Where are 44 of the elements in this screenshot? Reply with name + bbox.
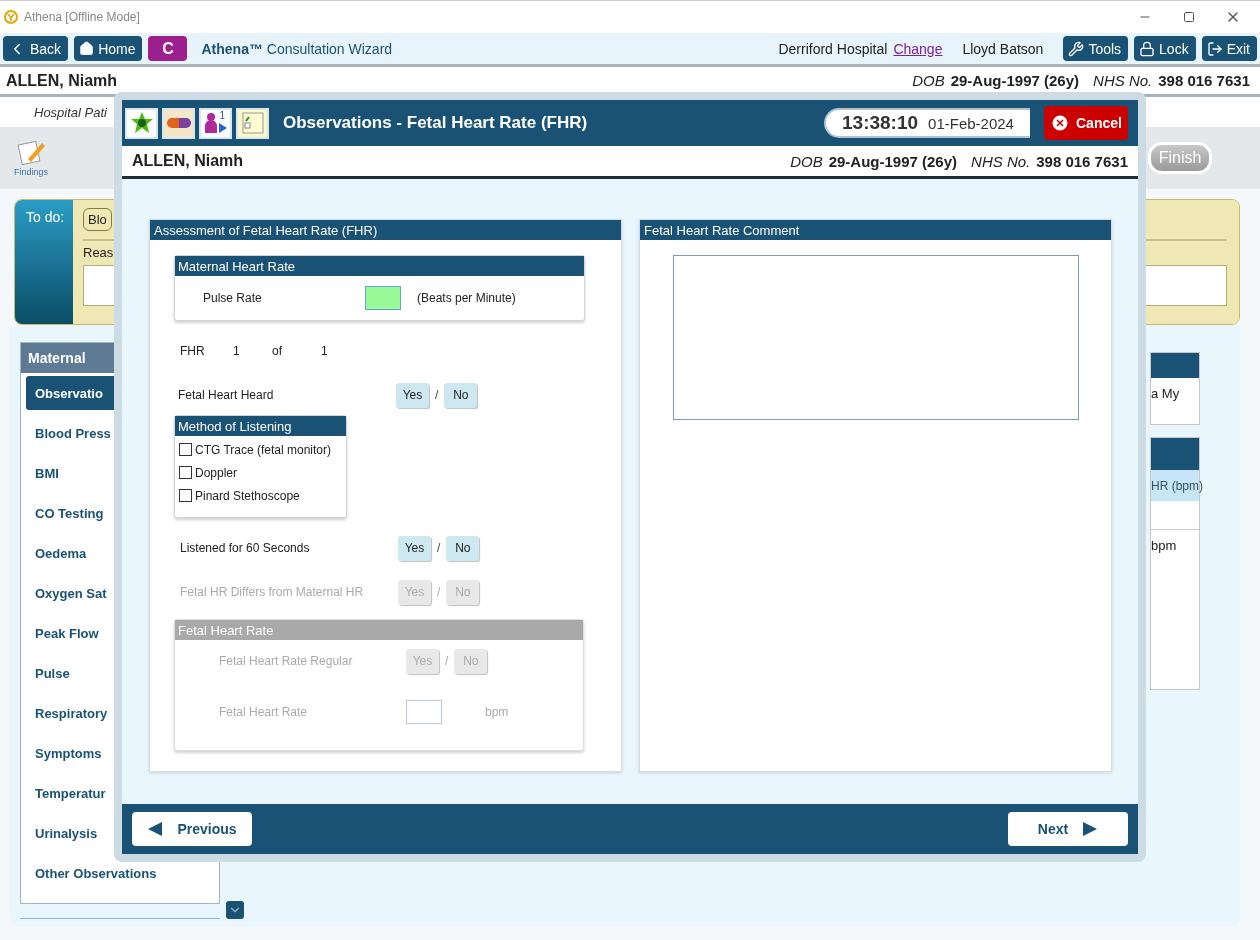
app-title: Athena™ Consultation Wizard	[201, 40, 393, 57]
nhs-number: 398 016 7631	[1036, 152, 1128, 170]
patient-name: ALLEN, Niamh	[6, 71, 118, 90]
box-title: Fetal Heart Rate	[175, 620, 583, 640]
hospital-name: Derriford Hospital	[778, 40, 888, 57]
date-value: 01-Feb-2024	[928, 114, 1014, 132]
dob-label: DOB	[912, 72, 945, 89]
question-label: Fetal Heart Heard	[178, 388, 275, 402]
nhs-number: 398 016 7631	[1158, 72, 1250, 89]
separator-slash: /	[435, 388, 439, 402]
reason-label: Reas	[83, 245, 115, 260]
queue-count: 1	[219, 109, 225, 121]
box-title: Maternal Heart Rate	[175, 256, 584, 276]
dob-value: 29-Aug-1997 (26y)	[828, 152, 958, 170]
box-title: Method of Listening	[175, 416, 346, 436]
question-label: Listened for 60 Seconds	[180, 541, 311, 555]
user-name: Lloyd Batson	[962, 40, 1044, 57]
window-title: Athena [Offline Mode]	[24, 10, 140, 24]
rate-label: Fetal Heart Rate	[219, 705, 309, 719]
card-title: Assessment of Fetal Heart Rate (FHR)	[150, 220, 621, 240]
counter-text: of	[272, 344, 283, 358]
pulse-unit: (Beats per Minute)	[417, 291, 516, 305]
rate-unit: bpm	[485, 705, 509, 719]
context-text: Hospital Pati	[34, 104, 107, 120]
counter-text: FHR	[180, 344, 206, 358]
dob-label: DOB	[790, 152, 823, 170]
nhs-label: NHS No.	[971, 152, 1031, 170]
counter-text: 1	[321, 344, 329, 358]
nhs-label: NHS No.	[1093, 72, 1153, 89]
todo-title: To do:	[26, 209, 65, 225]
panel-text: a My	[1151, 385, 1180, 401]
dialog-title: Observations - Fetal Heart Rate (FHR)	[283, 113, 588, 133]
patient-name: ALLEN, Niamh	[132, 152, 244, 170]
separator-slash: /	[445, 654, 449, 668]
separator-slash: /	[437, 585, 441, 599]
question-label: Fetal Heart Rate Regular	[219, 654, 354, 668]
separator-slash: /	[437, 541, 441, 555]
pulse-label: Pulse Rate	[203, 291, 263, 305]
dob-value: 29-Aug-1997 (26y)	[950, 72, 1080, 89]
question-label: Fetal HR Differs from Maternal HR	[180, 585, 365, 599]
table-cell-text: bpm	[1151, 537, 1177, 553]
time-value: 13:38:10	[842, 112, 919, 134]
card-title: Fetal Heart Rate Comment	[640, 220, 1111, 240]
counter-text: 1	[233, 344, 241, 358]
